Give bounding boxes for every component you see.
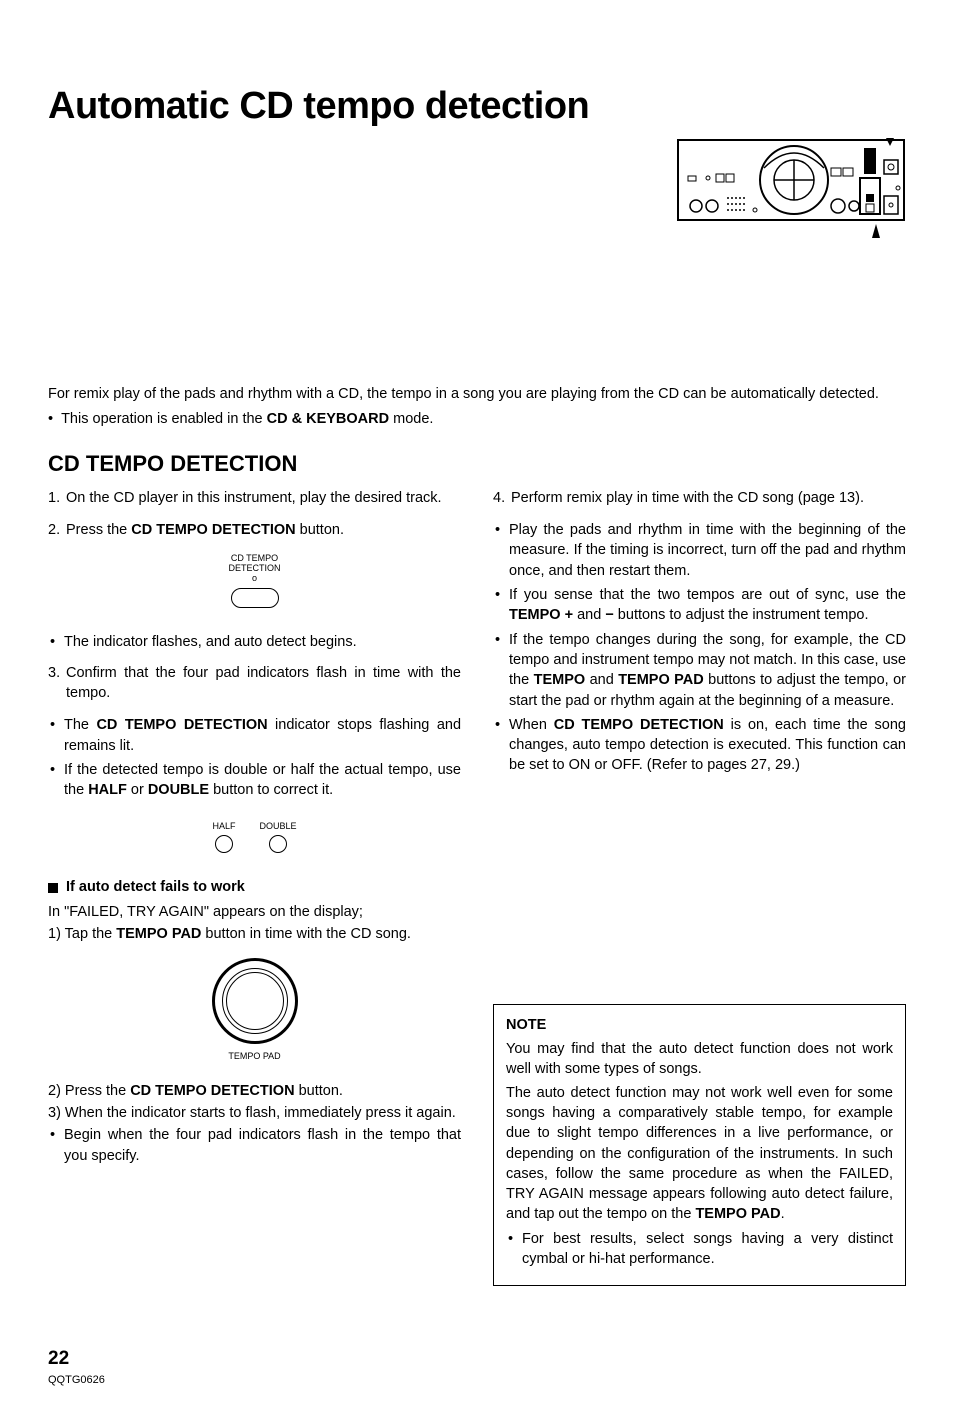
square-bullet-icon [48, 883, 58, 893]
auto-detect-fails-steps: 2) Press the CD TEMPO DETECTION button. … [48, 1081, 461, 1124]
note-title: NOTE [506, 1015, 893, 1035]
double-button-icon [269, 835, 287, 853]
left-column: 1. On the CD player in this instrument, … [48, 488, 461, 1170]
device-diagram [676, 138, 906, 244]
step-1: 1. On the CD player in this instrument, … [48, 488, 461, 508]
step-3: 3. Confirm that the four pad indicators … [48, 663, 461, 704]
step3-bullet-1: • The CD TEMPO DETECTION indicator stops… [48, 715, 461, 756]
step-4: 4. Perform remix play in time with the C… [493, 488, 906, 508]
step3-bullet-2: • If the detected tempo is double or hal… [48, 760, 461, 801]
doc-code: QQTG0626 [48, 1373, 906, 1388]
step4-bullet-2: • If you sense that the two tempos are o… [493, 585, 906, 626]
fail-bullet: •Begin when the four pad indicators flas… [48, 1125, 461, 1166]
auto-detect-fails-heading: If auto detect fails to work [48, 877, 461, 897]
figure-cd-tempo-button: CD TEMPO DETECTION o [48, 554, 461, 614]
figure-half-double: HALF DOUBLE [48, 815, 461, 854]
page-number: 22 [48, 1346, 906, 1373]
note-box: NOTE You may find that the auto detect f… [493, 1004, 906, 1287]
right-column: 4. Perform remix play in time with the C… [493, 488, 906, 1286]
half-button-icon [215, 835, 233, 853]
oval-button-icon [231, 588, 279, 608]
tempo-pad-icon [212, 958, 298, 1044]
page-title: Automatic CD tempo detection [48, 80, 906, 133]
figure-tempo-pad: TEMPO PAD [48, 958, 461, 1063]
step4-bullet-3: • If the tempo changes during the song, … [493, 630, 906, 711]
page-footer: 22 QQTG0626 [48, 1346, 906, 1388]
step4-bullet-1: •Play the pads and rhythm in time with t… [493, 520, 906, 581]
step2-bullet: •The indicator flashes, and auto detect … [48, 632, 461, 652]
auto-detect-fails-body: In "FAILED, TRY AGAIN" appears on the di… [48, 902, 461, 945]
intro-text: For remix play of the pads and rhythm wi… [48, 264, 906, 429]
section-heading: CD TEMPO DETECTION [48, 449, 906, 480]
step4-bullet-4: • When CD TEMPO DETECTION is on, each ti… [493, 715, 906, 776]
step-2: 2. Press the CD TEMPO DETECTION button. [48, 520, 461, 540]
